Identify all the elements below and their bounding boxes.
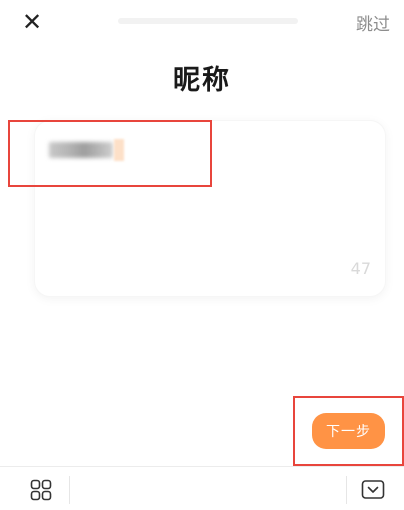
keyboard-hide-icon[interactable] [361, 479, 385, 501]
toolbar-divider [0, 466, 404, 467]
page-title: 昵称 [173, 65, 231, 96]
progress-bar [118, 18, 298, 24]
toolbar-separator [346, 476, 347, 504]
nickname-input[interactable] [45, 138, 209, 168]
close-button[interactable]: ✕ [18, 8, 46, 36]
next-button[interactable]: 下一步 [312, 413, 385, 449]
char-counter: 47 [350, 259, 371, 278]
grid-icon[interactable] [30, 479, 52, 501]
toolbar-separator [69, 476, 70, 504]
skip-button[interactable]: 跳过 [356, 10, 390, 35]
nickname-card: 47 [34, 120, 386, 297]
close-icon: ✕ [21, 8, 43, 36]
